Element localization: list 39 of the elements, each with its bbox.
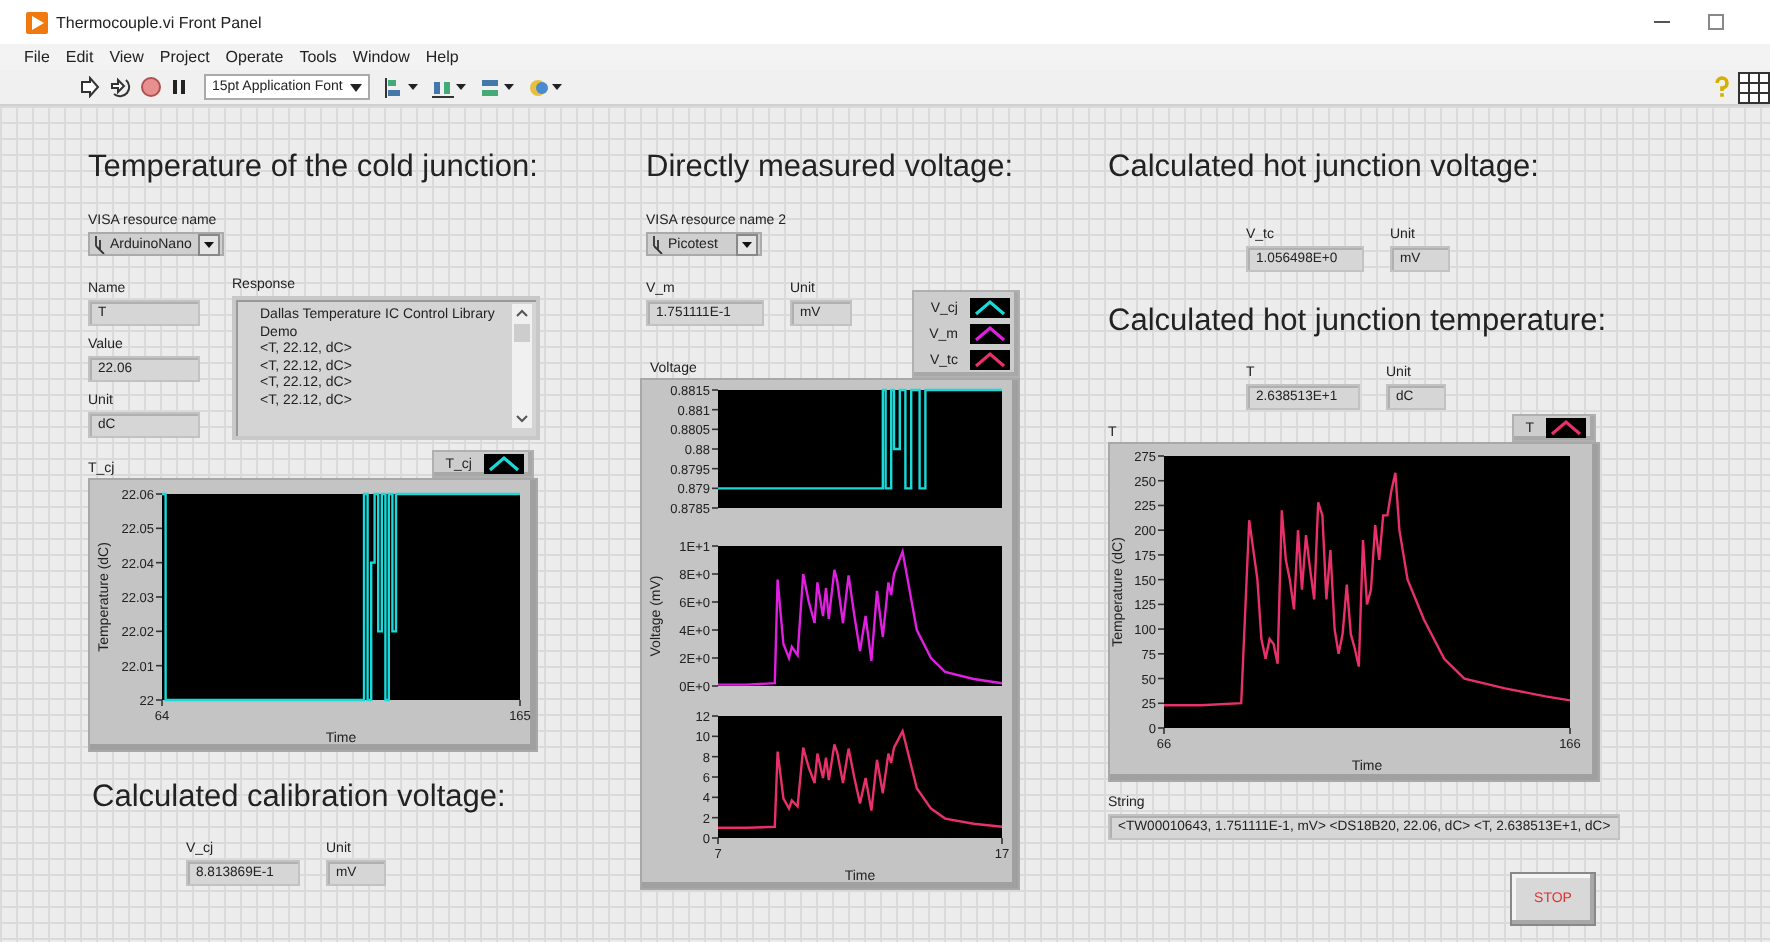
- menu-item[interactable]: Edit: [65, 48, 94, 66]
- caret-icon: [742, 241, 752, 247]
- section-heading: Calculated hot junction voltage:: [1108, 150, 1539, 186]
- caret-icon: [204, 241, 214, 247]
- app-icon: [26, 11, 48, 33]
- scrollbar: [512, 304, 532, 428]
- menu-item[interactable]: View: [109, 48, 144, 66]
- visa-icon: [94, 235, 106, 253]
- plot-line-icon: [970, 324, 1010, 344]
- pause-icon[interactable]: [170, 76, 188, 98]
- plot-line-icon: [970, 350, 1010, 370]
- plot-line-icon: [484, 454, 524, 474]
- section-heading: Calculated hot junction temperature:: [1108, 304, 1607, 340]
- visa-icon: [652, 235, 664, 253]
- plot-line-icon: [1546, 418, 1586, 438]
- run-arrow-icon[interactable]: [78, 76, 100, 98]
- menu-item[interactable]: Window: [352, 48, 410, 66]
- section-heading: Calculated calibration voltage:: [92, 780, 506, 816]
- maximize-icon[interactable]: [1706, 12, 1726, 32]
- window-title: Thermocouple.vi Front Panel: [56, 13, 262, 31]
- grid-icon[interactable]: [1738, 71, 1770, 103]
- dropdown-arrow-icon: [408, 84, 419, 90]
- reorder-icon[interactable]: [528, 77, 551, 97]
- dropdown-arrow-icon: [456, 84, 467, 90]
- plot-line-icon: [970, 298, 1010, 318]
- menu-item[interactable]: Operate: [225, 48, 284, 66]
- section-heading: Directly measured voltage:: [646, 150, 1013, 186]
- abort-icon[interactable]: [140, 76, 162, 98]
- menu-item[interactable]: Project: [159, 48, 210, 66]
- dropdown-arrow-icon: [350, 83, 363, 91]
- menu-item[interactable]: Tools: [299, 48, 337, 66]
- section-heading: Temperature of the cold junction:: [88, 150, 538, 186]
- menu-item[interactable]: Help: [425, 48, 459, 66]
- resize-icon[interactable]: [480, 77, 503, 97]
- run-continuously-icon[interactable]: [108, 76, 132, 98]
- dropdown-arrow-icon: [504, 84, 515, 90]
- menu-item[interactable]: File: [24, 48, 50, 66]
- distribute-icon[interactable]: [432, 77, 455, 97]
- dropdown-arrow-icon: [552, 84, 563, 90]
